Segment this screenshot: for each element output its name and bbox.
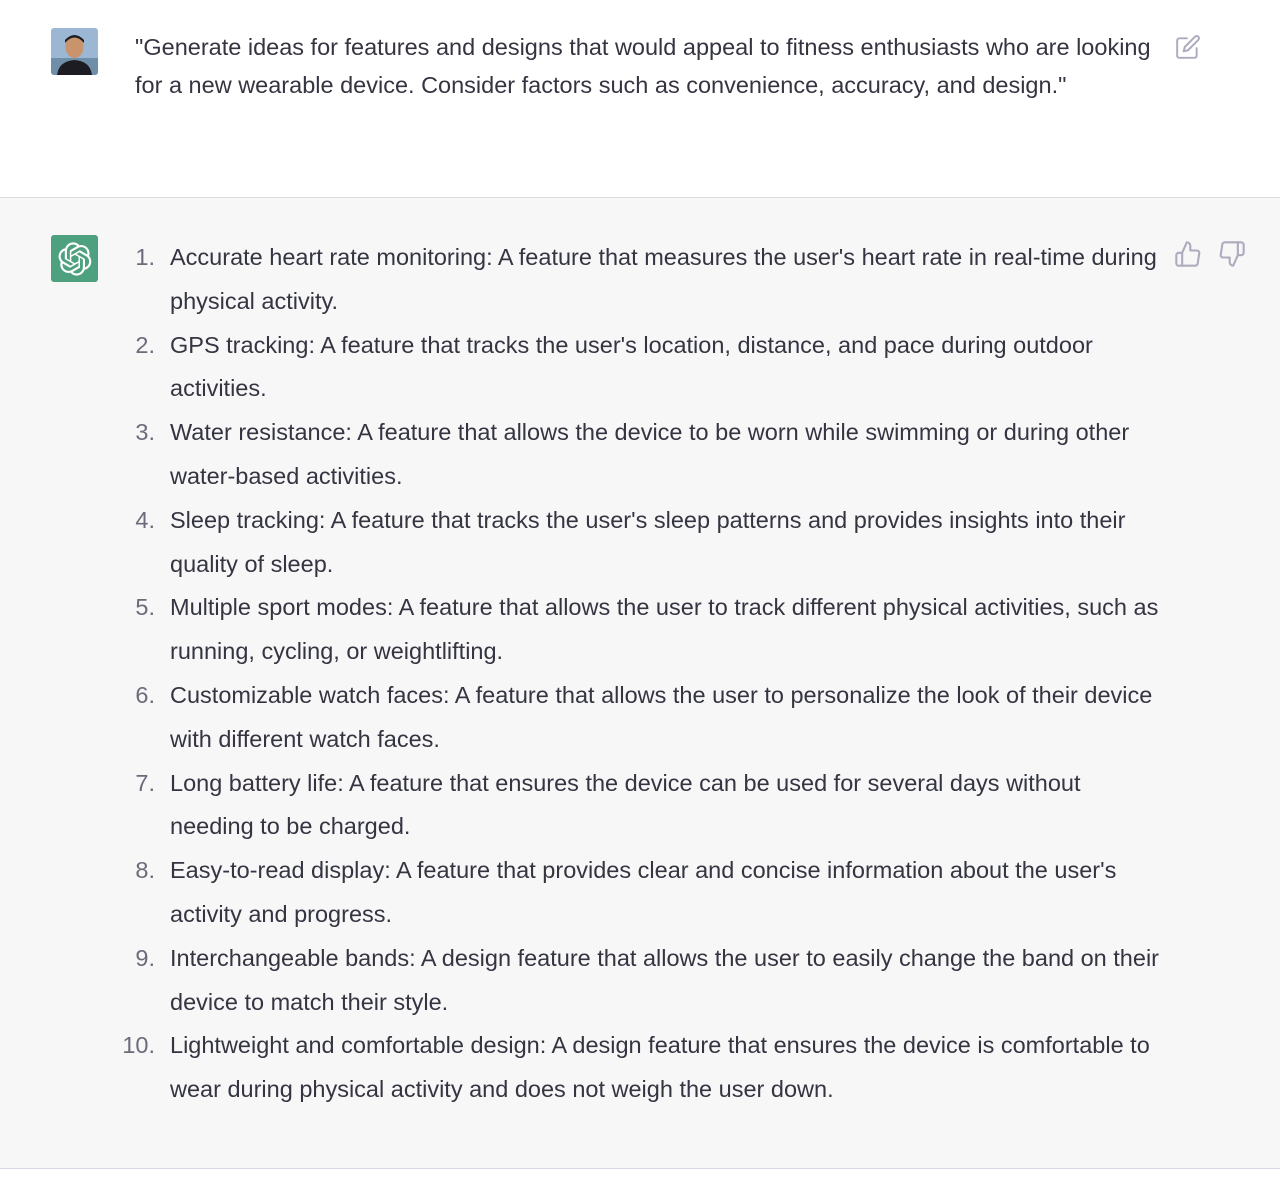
list-item: 3. Water resistance: A feature that allow… <box>0 411 1160 499</box>
list-number: 2. <box>135 331 155 358</box>
list-item-text: Lightweight and comfortable design: A de… <box>170 1032 1150 1103</box>
list-number: 4. <box>135 506 155 533</box>
edit-button[interactable] <box>1175 34 1201 60</box>
list-item: 2. GPS tracking: A feature that tracks th… <box>0 324 1160 412</box>
user-message: "Generate ideas for features and designs… <box>0 0 1280 198</box>
list-number: 9. <box>135 944 155 971</box>
user-prompt-text: "Generate ideas for features and designs… <box>135 34 1151 98</box>
list-item: 4. Sleep tracking: A feature that tracks … <box>0 499 1160 587</box>
list-item-text: Easy-to-read display: A feature that pro… <box>170 857 1117 927</box>
list-item-text: Accurate heart rate monitoring: A featur… <box>170 244 1157 314</box>
list-item: 10. Lightweight and comfortable design: A… <box>0 1024 1160 1112</box>
list-number: 3. <box>135 419 155 446</box>
list-item: 5. Multiple sport modes: A feature that a… <box>0 586 1160 674</box>
list-number: 7. <box>135 769 155 796</box>
list-item: 7. Long battery life: A feature that ensu… <box>0 762 1160 850</box>
list-item-text: Customizable watch faces: A feature that… <box>170 681 1153 752</box>
user-avatar <box>51 28 98 75</box>
answer-list: 1. Accurate heart rate monitoring: A feat… <box>0 236 1160 1112</box>
list-item: 9. Interchangeable bands: A design featur… <box>0 937 1160 1025</box>
list-item: 6. Customizable watch faces: A feature th… <box>0 674 1160 762</box>
list-item-text: Long battery life: A feature that ensure… <box>170 769 1081 840</box>
thumbs-up-button[interactable] <box>1174 240 1202 268</box>
thumbs-down-button[interactable] <box>1218 240 1246 268</box>
list-number: 1. <box>135 244 155 270</box>
list-item-text: Water resistance: A feature that allows … <box>170 419 1130 489</box>
list-item-text: GPS tracking: A feature that tracks the … <box>170 331 1093 402</box>
thumbs-up-icon <box>1175 241 1201 267</box>
list-item-text: Interchangeable bands: A design feature … <box>170 944 1159 1015</box>
list-item-text: Multiple sport modes: A feature that all… <box>170 594 1159 665</box>
user-photo-avatar-icon <box>51 28 98 75</box>
list-number: 8. <box>135 857 155 884</box>
list-number: 10. <box>122 1032 155 1059</box>
bottom-area <box>0 1169 1280 1178</box>
list-item: 8. Easy-to-read display: A feature that p… <box>0 849 1160 937</box>
list-item-text: Sleep tracking: A feature that tracks th… <box>170 506 1126 577</box>
thumbs-down-icon <box>1219 241 1245 267</box>
list-number: 6. <box>135 681 155 708</box>
edit-icon <box>1176 35 1200 59</box>
list-number: 5. <box>135 594 155 621</box>
list-item: 1. Accurate heart rate monitoring: A feat… <box>0 236 1160 324</box>
assistant-message: 1. Accurate heart rate monitoring: A feat… <box>0 198 1280 1169</box>
